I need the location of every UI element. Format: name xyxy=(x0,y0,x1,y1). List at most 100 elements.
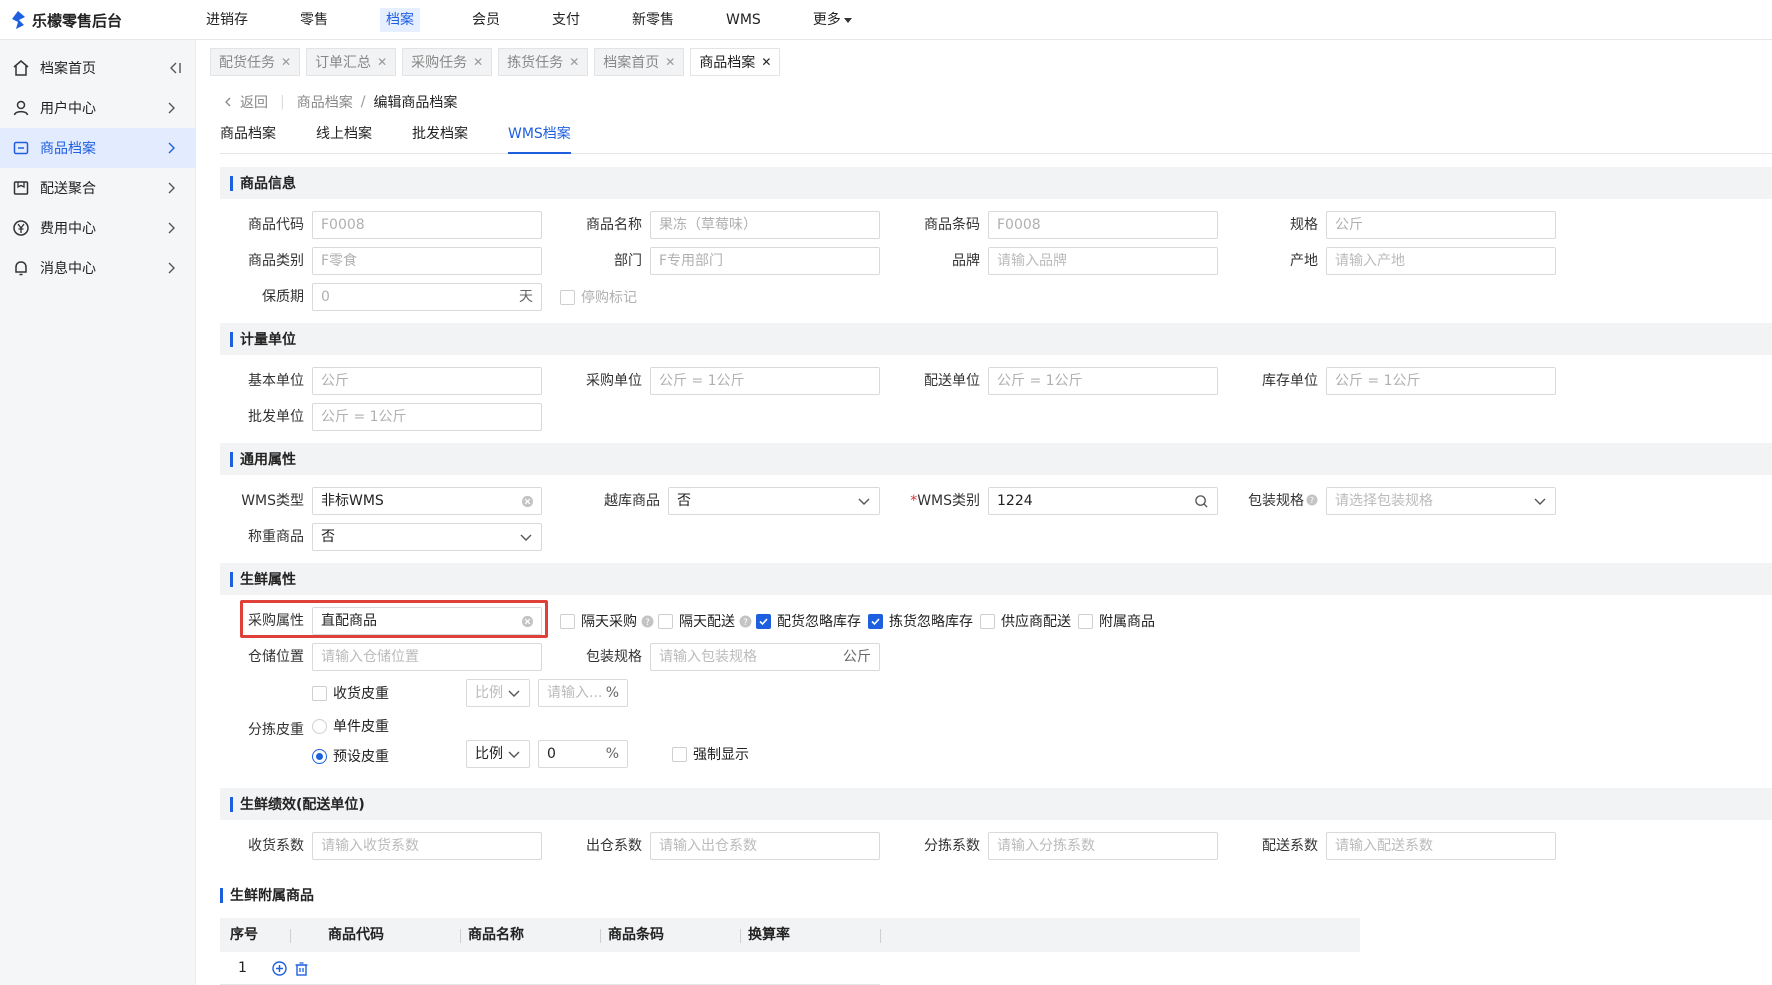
nav-retail[interactable]: 零售 xyxy=(292,0,336,40)
delivery-coef-input[interactable]: 请输入配送系数 xyxy=(1326,832,1556,860)
col-product-name: 商品名称 xyxy=(468,927,524,943)
stock-unit-field[interactable]: 公斤 = 1公斤 xyxy=(1326,367,1556,395)
help-icon[interactable]: ? xyxy=(641,615,654,628)
weigh-product-select[interactable]: 否 xyxy=(312,523,542,551)
brand-input[interactable]: 请输入品牌 xyxy=(988,247,1218,275)
base-unit-field[interactable]: 公斤 xyxy=(312,367,542,395)
preset-value-input[interactable]: 0% xyxy=(538,740,628,768)
sidebar-item-delivery[interactable]: 配送聚合 xyxy=(0,168,195,208)
close-icon[interactable]: ✕ xyxy=(473,55,483,69)
col-product-barcode: 商品条码 xyxy=(608,927,664,943)
receive-ratio-input[interactable]: 请输入...% xyxy=(538,679,628,707)
tab-wholesale-archive[interactable]: 批发档案 xyxy=(412,124,468,154)
column-divider xyxy=(460,929,461,943)
purchase-attr-label: 采购属性 xyxy=(248,613,304,629)
tab-wms-archive[interactable]: WMS档案 xyxy=(508,124,571,154)
column-divider xyxy=(880,929,881,943)
storage-location-input[interactable]: 请输入仓储位置 xyxy=(312,643,542,671)
sort-coef-input[interactable]: 请输入分拣系数 xyxy=(988,832,1218,860)
delete-row-icon[interactable] xyxy=(294,961,309,976)
sidebar-item-fee-center[interactable]: 费用中心 xyxy=(0,208,195,248)
breadcrumb-parent[interactable]: 商品档案 xyxy=(297,92,353,112)
ignore-stock-distribution-checkbox[interactable]: 配货忽略库存 xyxy=(756,611,861,631)
category-field[interactable]: F零食 xyxy=(312,247,542,275)
nav-more[interactable]: 更多 xyxy=(805,0,860,40)
department-field[interactable]: F专用部门 xyxy=(650,247,880,275)
chevron-down-icon xyxy=(520,534,532,541)
sidebar-item-product-archive[interactable]: 商品档案 xyxy=(0,128,195,168)
sidebar-item-archive-home[interactable]: 档案首页 xyxy=(0,48,195,88)
back-link[interactable]: 返回 xyxy=(222,92,268,112)
tab-product-archive[interactable]: 商品档案 ✕ xyxy=(690,48,781,76)
ignore-stock-picking-checkbox[interactable]: 拣货忽略库存 xyxy=(868,611,973,631)
tab-online-archive[interactable]: 线上档案 xyxy=(316,124,372,154)
sidebar-item-user-center[interactable]: 用户中心 xyxy=(0,88,195,128)
app-logo[interactable]: 乐檬零售后台 xyxy=(10,9,122,31)
tab-purchase-task[interactable]: 采购任务 ✕ xyxy=(402,48,493,76)
close-icon[interactable]: ✕ xyxy=(665,55,675,69)
origin-input[interactable]: 请输入产地 xyxy=(1326,247,1556,275)
wms-type-select[interactable]: 非标WMS xyxy=(312,487,542,515)
add-row-icon[interactable] xyxy=(272,961,287,976)
wms-category-field[interactable]: 1224 xyxy=(988,487,1218,515)
close-icon[interactable]: ✕ xyxy=(569,55,579,69)
single-tare-radio[interactable]: 单件皮重 xyxy=(312,716,389,736)
product-code-field[interactable]: F0008 xyxy=(312,211,542,239)
product-icon xyxy=(12,139,30,157)
sidebar-item-message-center[interactable]: 消息中心 xyxy=(0,248,195,288)
nav-new-retail[interactable]: 新零售 xyxy=(624,0,682,40)
shelf-life-field[interactable]: 0天 xyxy=(312,283,542,311)
column-divider xyxy=(290,929,291,943)
receive-coef-label: 收货系数 xyxy=(248,838,304,854)
purchase-unit-field[interactable]: 公斤 = 1公斤 xyxy=(650,367,880,395)
nav-member[interactable]: 会员 xyxy=(464,0,508,40)
next-day-purchase-checkbox[interactable]: 隔天采购? xyxy=(560,611,654,631)
tab-archive-home[interactable]: 档案首页 ✕ xyxy=(594,48,685,76)
sidebar-item-label: 消息中心 xyxy=(40,261,96,277)
delivery-unit-field[interactable]: 公斤 = 1公斤 xyxy=(988,367,1218,395)
help-icon[interactable]: ? xyxy=(1306,494,1318,506)
help-icon[interactable]: ? xyxy=(739,615,752,628)
section-fresh: 生鲜属性 xyxy=(220,563,1772,595)
outbound-coef-input[interactable]: 请输入出仓系数 xyxy=(650,832,880,860)
sub-product-checkbox[interactable]: 附属商品 xyxy=(1078,611,1155,631)
caret-down-icon xyxy=(843,17,852,23)
preset-tare-radio[interactable]: 预设皮重 xyxy=(312,746,389,766)
checkbox-box xyxy=(756,613,771,629)
close-icon[interactable]: ✕ xyxy=(281,55,291,69)
chevron-right-icon xyxy=(168,182,175,194)
purchase-attr-select[interactable]: 直配商品 xyxy=(312,607,542,635)
nav-payment[interactable]: 支付 xyxy=(544,0,588,40)
close-icon[interactable]: ✕ xyxy=(761,55,771,69)
receive-tare-checkbox[interactable]: 收货皮重 xyxy=(312,683,389,703)
collapse-icon[interactable] xyxy=(167,60,183,76)
product-name-field[interactable]: 果冻（草莓味） xyxy=(650,211,880,239)
clear-icon[interactable] xyxy=(521,495,534,508)
nav-wms[interactable]: WMS xyxy=(718,0,769,40)
receive-coef-input[interactable]: 请输入收货系数 xyxy=(312,832,542,860)
supplier-delivery-checkbox[interactable]: 供应商配送 xyxy=(980,611,1071,631)
tab-picking-task[interactable]: 拣货任务 ✕ xyxy=(498,48,589,76)
fresh-pack-spec-input[interactable]: 请输入包装规格 公斤 xyxy=(650,643,880,671)
spec-field[interactable]: 公斤 xyxy=(1326,211,1556,239)
preset-ratio-select[interactable]: 比例 xyxy=(466,740,530,768)
product-barcode-field[interactable]: F0008 xyxy=(988,211,1218,239)
tab-product-archive-main[interactable]: 商品档案 xyxy=(220,124,276,154)
pack-spec-select[interactable]: 请选择包装规格 xyxy=(1326,487,1556,515)
search-icon[interactable] xyxy=(1194,494,1209,509)
receive-ratio-select[interactable]: 比例 xyxy=(466,679,530,707)
stop-purchase-checkbox[interactable]: 停购标记 xyxy=(560,287,637,307)
col-conversion-rate: 换算率 xyxy=(748,927,790,943)
wholesale-unit-field[interactable]: 公斤 = 1公斤 xyxy=(312,403,542,431)
tab-distribution-task[interactable]: 配货任务 ✕ xyxy=(210,48,301,76)
nav-inventory[interactable]: 进销存 xyxy=(198,0,256,40)
clear-icon[interactable] xyxy=(521,615,534,628)
cross-dock-select[interactable]: 否 xyxy=(668,487,880,515)
next-day-delivery-checkbox[interactable]: 隔天配送? xyxy=(658,611,752,631)
force-display-checkbox[interactable]: 强制显示 xyxy=(672,744,749,764)
close-icon[interactable]: ✕ xyxy=(377,55,387,69)
tab-order-summary[interactable]: 订单汇总 ✕ xyxy=(306,48,397,76)
nav-archive[interactable]: 档案 xyxy=(372,0,428,40)
spec-label: 规格 xyxy=(1290,217,1318,233)
breadcrumb: 返回 | 商品档案 / 编辑商品档案 xyxy=(222,92,457,112)
